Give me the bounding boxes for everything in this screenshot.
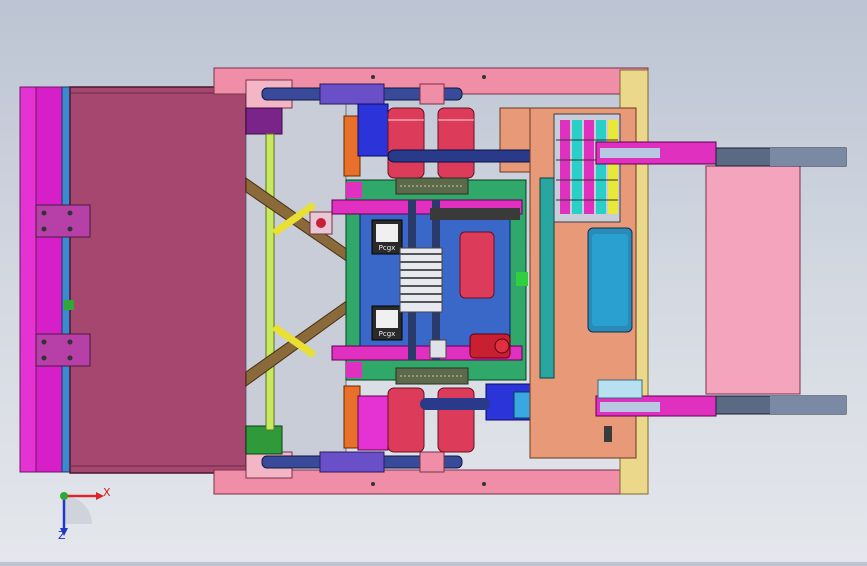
coil-spring [399, 247, 443, 313]
coordinate-triad [60, 492, 104, 536]
upper-chip-label: Pcgx [379, 244, 396, 252]
blade-assembly [19, 86, 247, 474]
x-axis-label: X [103, 486, 111, 499]
lower-chip-label: Pcgx [379, 330, 396, 338]
y-axis-dot [60, 492, 68, 500]
machine-model[interactable]: Pcgx Pcgx [0, 0, 867, 562]
z-axis-label: Z [58, 529, 66, 542]
cad-viewport[interactable]: Pcgx Pcgx [0, 0, 867, 562]
terminal-block [553, 113, 621, 223]
upper-drive [343, 103, 554, 179]
control-board: Pcgx Pcgx [331, 179, 528, 381]
